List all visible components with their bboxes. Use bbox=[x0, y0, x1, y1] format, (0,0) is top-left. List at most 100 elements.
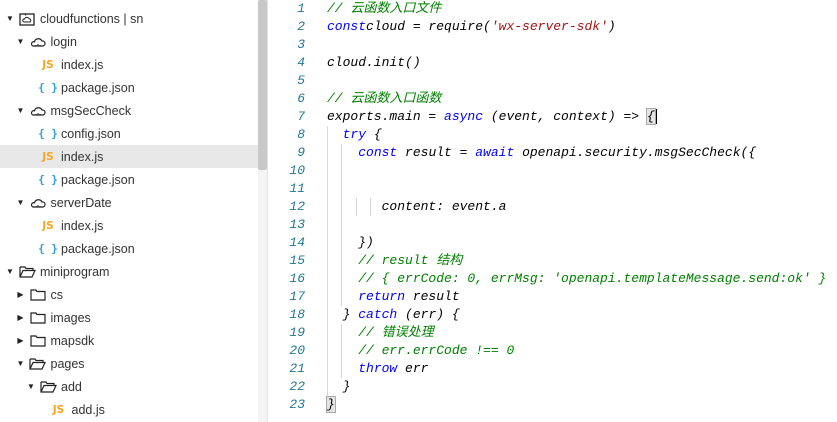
js-icon: JS bbox=[52, 403, 65, 416]
tree-item-label: cloudfunctions | sn bbox=[40, 11, 144, 26]
keyword: async bbox=[444, 109, 484, 124]
tree-folder[interactable]: ▼ miniprogram bbox=[0, 260, 258, 283]
tree-folder[interactable]: ▼ serverDate bbox=[0, 191, 258, 214]
line-number: 15 bbox=[289, 253, 305, 268]
code-line: 14 }) bbox=[269, 234, 837, 252]
code-line: 5 bbox=[269, 72, 837, 90]
tree-file[interactable]: JS index.js bbox=[0, 214, 258, 237]
code-text: ) bbox=[607, 19, 616, 34]
code-text: }) bbox=[327, 235, 374, 250]
code-line: 8 try { bbox=[269, 126, 837, 144]
tree-item-label: index.js bbox=[61, 149, 104, 164]
tree-item-label: add bbox=[61, 379, 82, 394]
code-line: 13 bbox=[269, 216, 837, 234]
tree-item-label: index.js bbox=[61, 57, 104, 72]
tree-item-label: package.json bbox=[61, 80, 135, 95]
comment: // 云函数入口文件 bbox=[327, 1, 442, 16]
line-number: 1 bbox=[297, 1, 305, 16]
keyword: return bbox=[358, 289, 406, 304]
tree-folder[interactable]: ▼ add bbox=[0, 375, 258, 398]
code-line: 9 const result = await openapi.security.… bbox=[269, 144, 837, 162]
chevron-down-icon[interactable]: ▼ bbox=[16, 106, 26, 115]
chevron-down-icon[interactable]: ▼ bbox=[16, 37, 26, 46]
tree-item-label: index.js bbox=[61, 218, 104, 233]
string: 'wx-server-sdk' bbox=[490, 19, 608, 34]
tree-item-label: serverDate bbox=[50, 195, 112, 210]
chevron-right-icon[interactable]: ▶ bbox=[16, 336, 26, 345]
tree-item-label: package.json bbox=[61, 172, 135, 187]
code-editor[interactable]: 1 // 云函数入口文件 2 constcloud = require('wx-ser… bbox=[269, 0, 837, 422]
tree-folder[interactable]: ▼ pages bbox=[0, 352, 258, 375]
code-line: 12 content: event.a bbox=[269, 198, 837, 216]
js-icon: JS bbox=[42, 219, 54, 232]
tree-item-label: login bbox=[50, 34, 77, 49]
chevron-down-icon[interactable]: ▼ bbox=[5, 14, 15, 23]
json-icon: { } bbox=[38, 242, 58, 255]
chevron-down-icon[interactable]: ▼ bbox=[5, 267, 15, 276]
tree-folder[interactable]: ▶ cs bbox=[0, 283, 258, 306]
matched-bracket: { bbox=[645, 108, 656, 125]
code-line: 1 // 云函数入口文件 bbox=[269, 0, 837, 18]
line-number: 10 bbox=[289, 163, 305, 178]
code-line: 15 // result 结构 bbox=[269, 252, 837, 270]
code-line: 2 constcloud = require('wx-server-sdk') bbox=[269, 18, 837, 36]
json-icon: { } bbox=[38, 127, 58, 140]
tree-file[interactable]: { } package.json bbox=[0, 168, 258, 191]
code-line: 21 throw err bbox=[269, 360, 837, 378]
chevron-right-icon[interactable]: ▶ bbox=[16, 313, 26, 322]
tree-item-label: config.json bbox=[61, 126, 121, 141]
tree-folder[interactable]: ▶ images bbox=[0, 306, 258, 329]
line-number: 3 bbox=[297, 37, 305, 52]
line-number: 18 bbox=[289, 307, 305, 322]
code-text: result bbox=[405, 289, 460, 304]
chevron-down-icon[interactable]: ▼ bbox=[26, 382, 36, 391]
line-number: 19 bbox=[289, 325, 305, 340]
js-icon: JS bbox=[42, 58, 54, 71]
chevron-down-icon[interactable]: ▼ bbox=[16, 198, 26, 207]
js-icon: JS bbox=[42, 150, 54, 163]
tree-item-label: pages bbox=[50, 356, 85, 371]
code-text: content: event.a bbox=[327, 199, 507, 214]
code-line: 7 exports.main = async (event, context) =… bbox=[269, 108, 837, 126]
tree-file[interactable]: { } package.json bbox=[0, 76, 258, 99]
code-line: 6 // 云函数入口函数 bbox=[269, 90, 837, 108]
tree-file[interactable]: { } config.json bbox=[0, 122, 258, 145]
sidebar-scrollbar[interactable] bbox=[258, 0, 267, 422]
tree-folder[interactable]: ▶ mapsdk bbox=[0, 329, 258, 352]
line-number: 23 bbox=[289, 397, 305, 412]
tree-file[interactable]: JS add.js bbox=[0, 398, 258, 421]
tree-file[interactable]: JS index.js bbox=[0, 145, 258, 168]
folder-icon bbox=[29, 311, 47, 325]
tree-folder[interactable]: ▼ msgSecCheck bbox=[0, 99, 258, 122]
code-line: 16 // { errCode: 0, errMsg: 'openapi.tem… bbox=[269, 270, 837, 288]
folder-open-icon bbox=[18, 265, 36, 279]
code-text: exports.main = bbox=[327, 109, 445, 124]
tree-file[interactable]: { } package.json bbox=[0, 237, 258, 260]
code-line: 17 return result bbox=[269, 288, 837, 306]
scrollbar-thumb[interactable] bbox=[258, 0, 267, 170]
file-explorer: ▼ cloudfunctions | sn ▼ login JS index.js{ } p… bbox=[0, 0, 268, 422]
code-line: 19 // 错误处理 bbox=[269, 324, 837, 342]
chevron-down-icon[interactable]: ▼ bbox=[16, 359, 26, 368]
chevron-right-icon[interactable]: ▶ bbox=[16, 290, 26, 299]
tree-item-label: images bbox=[50, 310, 91, 325]
line-number: 22 bbox=[289, 379, 305, 394]
tree-item-label: package.json bbox=[61, 241, 135, 256]
comment: // 错误处理 bbox=[358, 325, 434, 340]
comment: // result 结构 bbox=[358, 253, 463, 268]
tree-item-label: cs bbox=[50, 287, 64, 302]
tree-folder[interactable]: ▼ login bbox=[0, 30, 258, 53]
folder-open-icon bbox=[39, 380, 57, 394]
tree-folder[interactable]: ▼ cloudfunctions | sn bbox=[0, 7, 258, 30]
code-text: err bbox=[397, 361, 429, 376]
line-number: 17 bbox=[289, 289, 305, 304]
tree-file[interactable]: JS index.js bbox=[0, 53, 258, 76]
cloud-folder-icon bbox=[18, 12, 36, 26]
